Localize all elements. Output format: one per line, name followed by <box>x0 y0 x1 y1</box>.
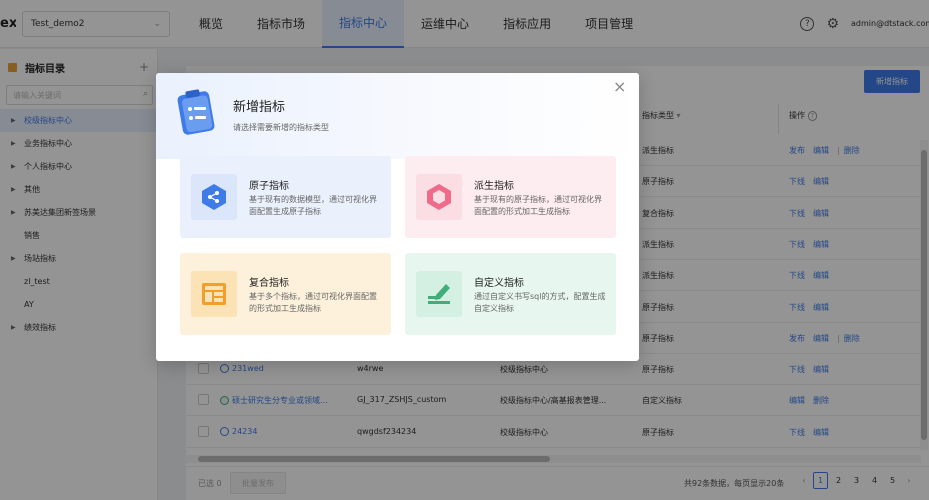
card-title: 自定义指标 <box>474 278 524 289</box>
modal-header <box>156 73 639 159</box>
card-title: 派生指标 <box>474 181 514 192</box>
card-description: 基于现有的原子指标，通过可视化界面配置的形式加工生成指标 <box>474 195 602 216</box>
composite-layout-icon <box>191 271 237 317</box>
card-description: 通过自定义书写sql的方式，配置生成自定义指标 <box>474 292 606 313</box>
modal-subtitle: 请选择需要新增的指标类型 <box>233 123 329 132</box>
custom-metric-card[interactable]: 自定义指标 通过自定义书写sql的方式，配置生成自定义指标 <box>405 253 616 335</box>
card-title: 复合指标 <box>249 278 289 289</box>
atom-hexagon-icon <box>191 174 237 220</box>
card-description: 基于多个指标，通过可视化界面配置的形式加工生成指标 <box>249 292 377 313</box>
modal-title: 新增指标 <box>233 100 286 115</box>
clipboard-icon <box>177 89 215 135</box>
pen-edit-icon <box>416 271 462 317</box>
derived-metric-card[interactable]: 派生指标 基于现有的原子指标，通过可视化界面配置的形式加工生成指标 <box>405 156 616 238</box>
derived-hexagon-icon <box>416 174 462 220</box>
composite-metric-card[interactable]: 复合指标 基于多个指标，通过可视化界面配置的形式加工生成指标 <box>180 253 391 335</box>
new-metric-modal: 新增指标 请选择需要新增的指标类型 × 原子指标 基于现有的数据模型，通过可视化… <box>156 73 639 361</box>
card-title: 原子指标 <box>249 181 289 192</box>
close-icon[interactable]: × <box>613 77 626 96</box>
card-description: 基于现有的数据模型，通过可视化界面配置生成原子指标 <box>249 195 377 216</box>
atomic-metric-card[interactable]: 原子指标 基于现有的数据模型，通过可视化界面配置生成原子指标 <box>180 156 391 238</box>
